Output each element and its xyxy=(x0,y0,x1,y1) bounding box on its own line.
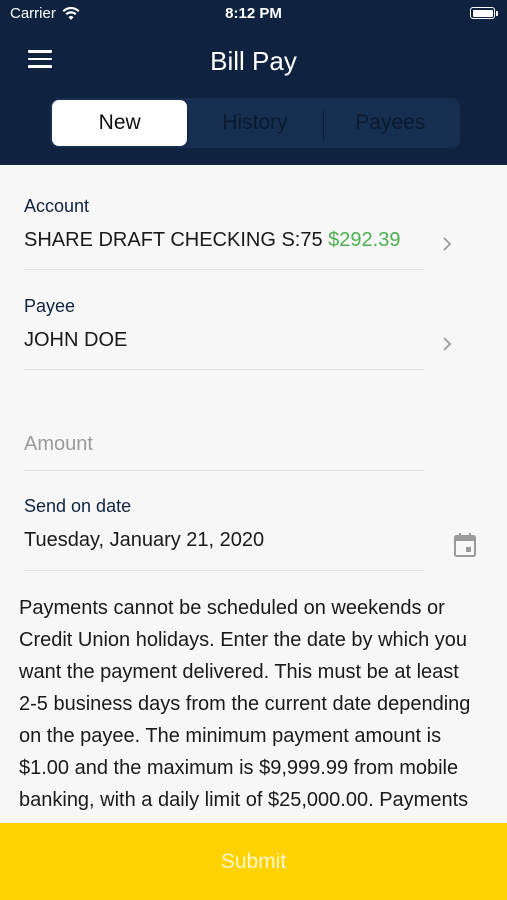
status-time: 8:12 PM xyxy=(225,5,282,22)
account-name: SHARE DRAFT CHECKING S:75 xyxy=(24,229,323,251)
send-date-field[interactable]: Send on date Tuesday, January 21, 2020 xyxy=(24,496,424,571)
tab-history[interactable]: History xyxy=(187,100,322,146)
battery-icon xyxy=(470,7,498,19)
payee-label: Payee xyxy=(24,296,76,316)
page-title: Bill Pay xyxy=(210,46,297,76)
submit-button[interactable]: Submit xyxy=(0,823,507,900)
payment-info-text: Payments cannot be scheduled on weekends… xyxy=(19,597,471,811)
send-date-label: Send on date xyxy=(24,496,132,516)
tab-payees[interactable]: Payees xyxy=(322,100,458,146)
amount-placeholder: Amount xyxy=(24,433,93,455)
amount-field[interactable]: Amount xyxy=(24,433,424,471)
chevron-right-icon[interactable] xyxy=(440,237,454,251)
status-bar: Carrier 8:12 PM xyxy=(0,0,507,28)
chevron-right-icon[interactable] xyxy=(440,337,454,351)
account-balance: $292.39 xyxy=(328,229,401,251)
payee-selector[interactable]: Payee JOHN DOE xyxy=(24,296,424,370)
account-selector[interactable]: Account SHARE DRAFT CHECKING S:75 $292.3… xyxy=(24,196,424,270)
app-header: Carrier 8:12 PM Bill Pay New History Pay… xyxy=(0,0,507,165)
send-date-value: Tuesday, January 21, 2020 xyxy=(24,529,265,551)
payee-value: JOHN DOE xyxy=(24,329,128,351)
account-value: SHARE DRAFT CHECKING S:75 $292.39 xyxy=(24,229,424,252)
account-label: Account xyxy=(24,196,90,216)
tab-bar: New History Payees xyxy=(50,98,460,148)
submit-label: Submit xyxy=(220,849,287,873)
calendar-icon[interactable] xyxy=(453,532,477,558)
tab-new[interactable]: New xyxy=(52,100,188,146)
